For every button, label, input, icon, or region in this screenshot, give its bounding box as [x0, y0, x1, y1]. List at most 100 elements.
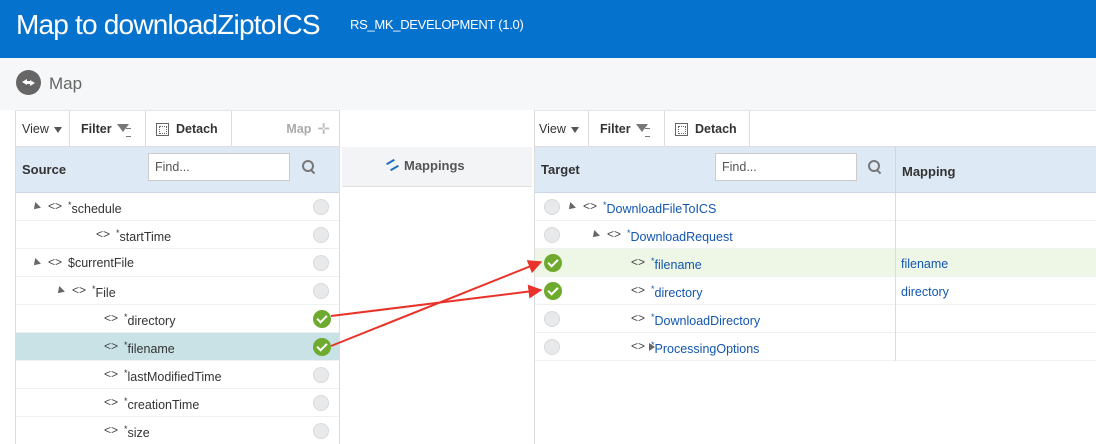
unmapped-status-icon	[313, 283, 329, 299]
target-heading: Target	[541, 162, 580, 177]
detach-label: Detach	[176, 122, 218, 136]
map-label: Map	[49, 74, 83, 93]
element-icon: <>	[96, 227, 111, 241]
source-toolbar: View Filter Detach Map ✛	[16, 110, 339, 147]
add-map-icon: ✛	[317, 120, 330, 138]
target-node-label: *DownloadFileToICS	[603, 200, 717, 217]
search-icon[interactable]	[868, 160, 882, 174]
element-icon: <>	[631, 311, 646, 325]
element-icon: <>	[104, 423, 119, 437]
search-icon[interactable]	[302, 160, 316, 174]
filter-label: Filter	[81, 122, 112, 136]
element-icon: <>	[104, 395, 119, 409]
mapping-value[interactable]: directory	[901, 285, 949, 299]
element-icon: <>	[104, 311, 119, 325]
detach-icon	[156, 123, 169, 137]
mappings-label: Mappings	[404, 158, 465, 173]
target-tree-row[interactable]: <> *directory directory	[535, 277, 1096, 305]
source-heading: Source	[22, 162, 67, 177]
source-node-label: *creationTime	[124, 396, 200, 413]
element-icon: <>	[104, 367, 119, 381]
expand-toggle-icon[interactable]	[566, 202, 576, 212]
map-breadcrumb-bar: Map	[0, 58, 1096, 110]
target-tree-row[interactable]: <> *DownloadDirectory	[535, 305, 1096, 333]
detach-icon	[675, 123, 688, 137]
target-node-label: *filename	[651, 256, 702, 273]
column-divider	[895, 193, 896, 221]
mapped-check-icon	[313, 310, 331, 328]
element-icon: <>	[607, 227, 622, 241]
column-divider	[895, 305, 896, 333]
mapping-value[interactable]: filename	[901, 257, 948, 271]
source-node-label: *lastModifiedTime	[124, 368, 222, 385]
expand-toggle-icon[interactable]	[31, 202, 41, 212]
source-node-label: *filename	[124, 340, 175, 357]
unmapped-status-icon	[544, 311, 560, 327]
source-tree-row[interactable]: <> *startTime	[16, 221, 339, 249]
source-pane: View Filter Detach Map ✛ Source <> *schedu…	[15, 110, 340, 444]
target-detach-button[interactable]: Detach	[665, 111, 750, 147]
source-header: Source	[16, 147, 339, 193]
target-tree-row[interactable]: <> *filename filename	[535, 249, 1096, 277]
filter-label: Filter	[600, 122, 631, 136]
source-tree-row[interactable]: <> *directory	[16, 305, 339, 333]
source-filter-button[interactable]: Filter	[70, 111, 146, 147]
chevron-down-icon	[53, 126, 62, 133]
element-icon: <>	[631, 255, 646, 269]
map-nav-icon[interactable]	[16, 70, 41, 95]
target-tree-row[interactable]: <> *DownloadRequest	[535, 221, 1096, 249]
source-tree-row[interactable]: <> *creationTime	[16, 389, 339, 417]
mapped-check-icon	[544, 282, 562, 300]
expand-toggle-icon[interactable]	[590, 230, 600, 240]
element-icon: <>	[631, 339, 646, 353]
column-divider	[895, 333, 896, 361]
column-divider	[895, 277, 896, 305]
element-icon: <>	[72, 283, 87, 297]
mappings-header: Mappings	[342, 147, 532, 187]
page-header: Map to downloadZiptoICS RS_MK_DEVELOPMEN…	[0, 0, 1096, 58]
expand-toggle-icon[interactable]	[31, 258, 41, 268]
source-tree-row[interactable]: <> *schedule	[16, 193, 339, 221]
target-find-input[interactable]	[715, 153, 857, 181]
target-filter-button[interactable]: Filter	[589, 111, 665, 147]
map-button-label: Map	[286, 122, 312, 136]
element-icon: <>	[583, 199, 598, 213]
source-tree-row[interactable]: <> *filename	[16, 333, 339, 361]
unmapped-status-icon	[544, 339, 560, 355]
source-tree-row[interactable]: <> *lastModifiedTime	[16, 361, 339, 389]
element-icon: <>	[48, 199, 63, 213]
source-view-menu[interactable]: View	[16, 111, 70, 147]
chevron-down-icon	[570, 126, 579, 133]
unmapped-status-icon	[313, 199, 329, 215]
source-node-label: *schedule	[68, 200, 122, 217]
target-pane: View Filter Detach Target Mapping <> *Dow…	[534, 110, 1096, 444]
column-divider	[895, 221, 896, 249]
unmapped-status-icon	[313, 395, 329, 411]
source-map-button[interactable]: Map ✛	[232, 111, 340, 147]
target-tree-row[interactable]: <> *DownloadFileToICS	[535, 193, 1096, 221]
source-node-label: *size	[124, 424, 150, 441]
column-divider	[895, 249, 896, 277]
mapped-check-icon	[544, 254, 562, 272]
page-title: Map to downloadZiptoICS	[16, 9, 321, 40]
mapped-check-icon	[313, 338, 331, 356]
source-tree-row[interactable]: <> *File	[16, 277, 339, 305]
target-header: Target Mapping	[535, 147, 1096, 193]
target-node-label: *DownloadRequest	[627, 228, 733, 245]
integration-version: RS_MK_DEVELOPMENT (1.0)	[350, 17, 524, 32]
source-node-label: $currentFile	[68, 256, 134, 270]
source-tree-row[interactable]: <> $currentFile	[16, 249, 339, 277]
mappings-icon	[386, 158, 400, 172]
target-view-menu[interactable]: View	[535, 111, 589, 147]
target-tree-row[interactable]: <> *ProcessingOptions	[535, 333, 1096, 361]
element-icon: <>	[104, 339, 119, 353]
unmapped-status-icon	[313, 423, 329, 439]
view-label: View	[22, 122, 49, 136]
source-tree-row[interactable]: <> *size	[16, 417, 339, 444]
target-toolbar: View Filter Detach	[535, 110, 1096, 147]
column-divider	[895, 147, 896, 193]
source-find-input[interactable]	[148, 153, 290, 181]
unmapped-status-icon	[313, 255, 329, 271]
expand-toggle-icon[interactable]	[55, 286, 65, 296]
source-detach-button[interactable]: Detach	[146, 111, 232, 147]
